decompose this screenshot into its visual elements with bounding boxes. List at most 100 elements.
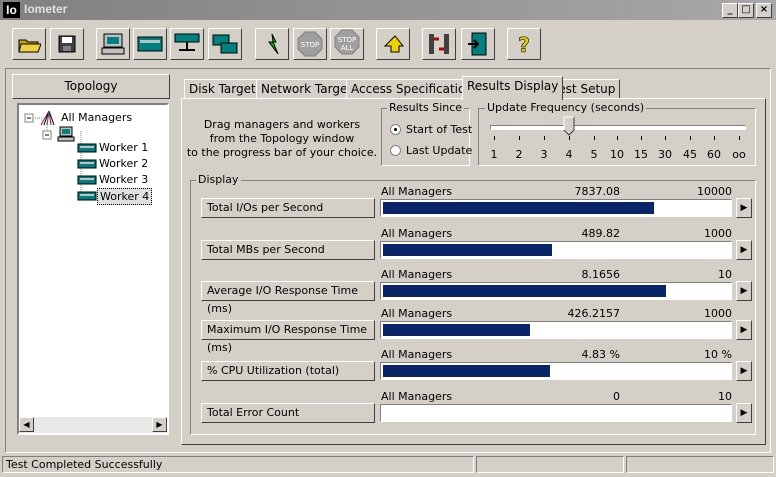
frequency-tick-label[interactable]: 2 <box>509 148 529 161</box>
metric-arrow-button[interactable]: ▶ <box>736 320 752 340</box>
metric-arrow-button[interactable]: ▶ <box>736 361 752 381</box>
help-icon: ? <box>518 33 530 57</box>
reset-workers-icon <box>383 35 405 53</box>
frequency-tick-label[interactable]: 60 <box>704 148 724 161</box>
metric-select-button[interactable]: Total I/Os per Second <box>201 198 375 218</box>
start-tests-icon <box>268 33 279 55</box>
disconnect-button[interactable] <box>422 28 456 60</box>
metric-bar-track <box>380 282 732 300</box>
scroll-right-icon[interactable]: ▶ <box>152 417 167 432</box>
worker-icon <box>77 191 97 201</box>
tree-root-label[interactable]: All Managers <box>61 111 132 124</box>
open-button[interactable] <box>12 28 46 60</box>
metric-source-label: All Managers <box>381 185 453 198</box>
stop-all-button[interactable]: STOP ALL <box>330 28 364 60</box>
metric-select-button[interactable]: Average I/O Response Time (ms) <box>201 281 375 315</box>
radio-start-of-test-label[interactable]: Start of Test <box>406 123 472 136</box>
radio-last-update-label[interactable]: Last Update <box>406 144 472 157</box>
metric-source-label: All Managers <box>381 348 453 361</box>
frequency-tick-mark <box>690 136 691 140</box>
metric-max-value: 1000 <box>704 227 732 240</box>
radio-last-update[interactable] <box>390 145 401 156</box>
tree-worker-3[interactable]: Worker 3 <box>99 173 148 186</box>
results-since-group <box>381 108 470 166</box>
exit-button[interactable] <box>461 28 495 60</box>
frequency-tick-label[interactable]: 30 <box>655 148 675 161</box>
reset-workers-button[interactable] <box>376 28 410 60</box>
frequency-slider-thumb[interactable] <box>563 116 575 136</box>
frequency-tick-label[interactable]: 45 <box>680 148 700 161</box>
exit-icon <box>468 32 487 56</box>
metric-select-button[interactable]: Total MBs per Second <box>201 240 375 260</box>
metric-current-value: 4.83 % <box>581 348 620 361</box>
metric-arrow-button[interactable]: ▶ <box>736 403 752 423</box>
frequency-tick-label[interactable]: oo <box>729 148 749 161</box>
topology-header[interactable]: Topology <box>12 74 170 99</box>
topology-hscroll[interactable]: ◀ ▶ <box>19 417 167 433</box>
metric-bar-fill <box>383 324 530 336</box>
worker-icon <box>77 175 97 185</box>
frequency-tick-label[interactable]: 4 <box>559 148 579 161</box>
save-icon <box>58 35 76 53</box>
help-button[interactable]: ? <box>507 28 541 60</box>
copy-worker-button[interactable] <box>208 28 242 60</box>
scroll-left-icon[interactable]: ◀ <box>19 417 34 432</box>
svg-text:?: ? <box>518 33 530 57</box>
new-network-worker-icon <box>174 33 200 51</box>
frequency-tick-mark <box>714 136 715 140</box>
radio-start-of-test[interactable] <box>390 124 401 135</box>
metric-current-value: 7837.08 <box>574 185 621 198</box>
metric-arrow-button[interactable]: ▶ <box>736 198 752 218</box>
close-button[interactable]: × <box>756 3 772 18</box>
maximize-button[interactable]: □ <box>738 3 754 18</box>
open-icon <box>18 39 41 53</box>
metric-max-value: 10 % <box>704 348 732 361</box>
tab-disk-targets[interactable]: Disk Targets <box>184 79 267 99</box>
app-icon[interactable]: Io <box>3 2 20 18</box>
tree-worker-4[interactable]: Worker 4 <box>97 188 153 205</box>
metric-select-button[interactable]: Maximum I/O Response Time (ms) <box>201 320 375 354</box>
frequency-tick-label[interactable]: 3 <box>534 148 554 161</box>
start-manager-button[interactable] <box>96 28 130 60</box>
new-worker-button[interactable] <box>133 28 167 60</box>
stop-button[interactable]: STOP <box>293 28 327 60</box>
frequency-tick-mark <box>739 136 740 140</box>
metric-max-value: 1000 <box>704 307 732 320</box>
save-button[interactable] <box>50 28 84 60</box>
frequency-slider-track[interactable] <box>490 125 746 130</box>
tab-results-display[interactable]: Results Display <box>462 76 564 100</box>
manager-icon <box>57 126 75 142</box>
metric-select-button[interactable]: % CPU Utilization (total) <box>201 361 375 381</box>
frequency-tick-mark <box>617 136 618 140</box>
toolbar: STOP STOP ALL ? <box>0 22 776 66</box>
new-network-worker-button[interactable] <box>170 28 204 60</box>
topology-tree[interactable]: All Managers Worker 1 Worker 2 Worker 3 … <box>17 103 169 435</box>
metric-bar-fill <box>383 202 654 214</box>
svg-text:STOP: STOP <box>338 36 356 44</box>
minimize-button[interactable]: _ <box>722 3 738 18</box>
metric-select-button[interactable]: Total Error Count <box>201 403 375 423</box>
start-manager-icon <box>101 33 125 55</box>
status-message: Test Completed Successfully <box>2 456 474 473</box>
window-title: Iometer <box>24 2 68 16</box>
frequency-tick-mark <box>519 136 520 140</box>
disconnect-icon <box>429 34 449 54</box>
metric-current-value: 489.82 <box>581 227 621 240</box>
metric-bar-track <box>380 404 732 422</box>
tree-worker-1[interactable]: Worker 1 <box>99 141 148 154</box>
metric-source-label: All Managers <box>381 307 453 320</box>
frequency-tick-label[interactable]: 1 <box>484 148 504 161</box>
frequency-tick-label[interactable]: 5 <box>584 148 604 161</box>
frequency-tick-label[interactable]: 10 <box>607 148 627 161</box>
stop-icon: STOP <box>297 31 323 57</box>
frequency-tick-label[interactable]: 15 <box>631 148 651 161</box>
metric-arrow-button[interactable]: ▶ <box>736 281 752 301</box>
start-tests-button[interactable] <box>255 28 289 60</box>
update-frequency-title: Update Frequency (seconds) <box>485 101 647 114</box>
metric-bar-fill <box>383 365 550 377</box>
frequency-tick-mark <box>569 136 570 140</box>
tree-worker-2[interactable]: Worker 2 <box>99 157 148 170</box>
metric-source-label: All Managers <box>381 227 453 240</box>
metric-bar-track <box>380 199 732 217</box>
metric-arrow-button[interactable]: ▶ <box>736 240 752 260</box>
